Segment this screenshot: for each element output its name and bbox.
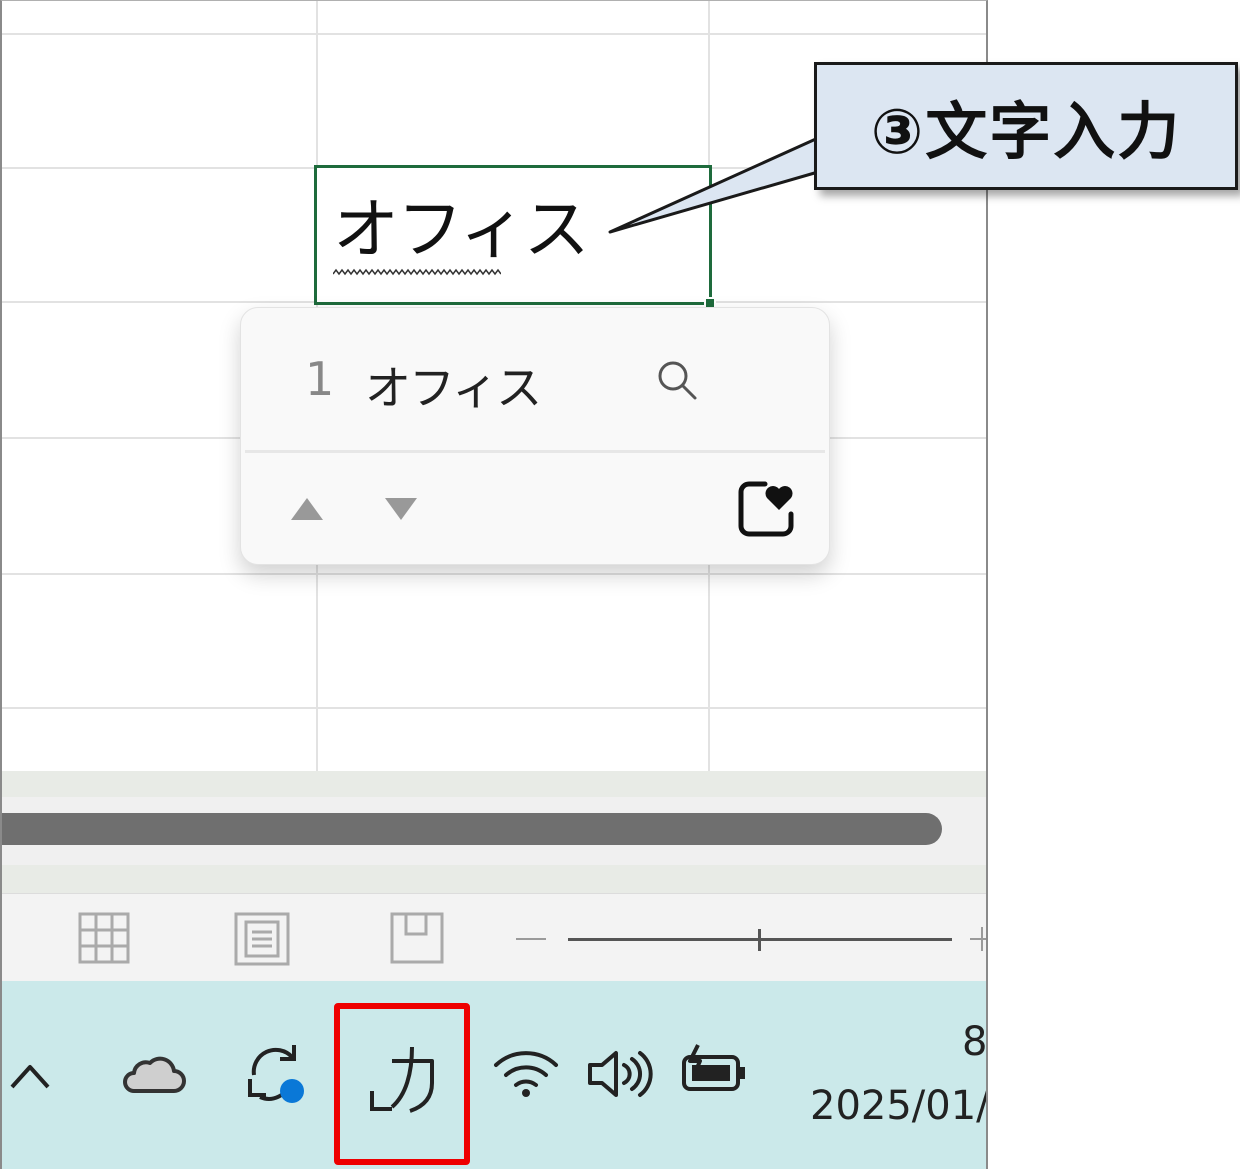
callout-label: ③文字入力 [870, 95, 1182, 168]
annotation-callout: ③文字入力 [814, 62, 1238, 190]
